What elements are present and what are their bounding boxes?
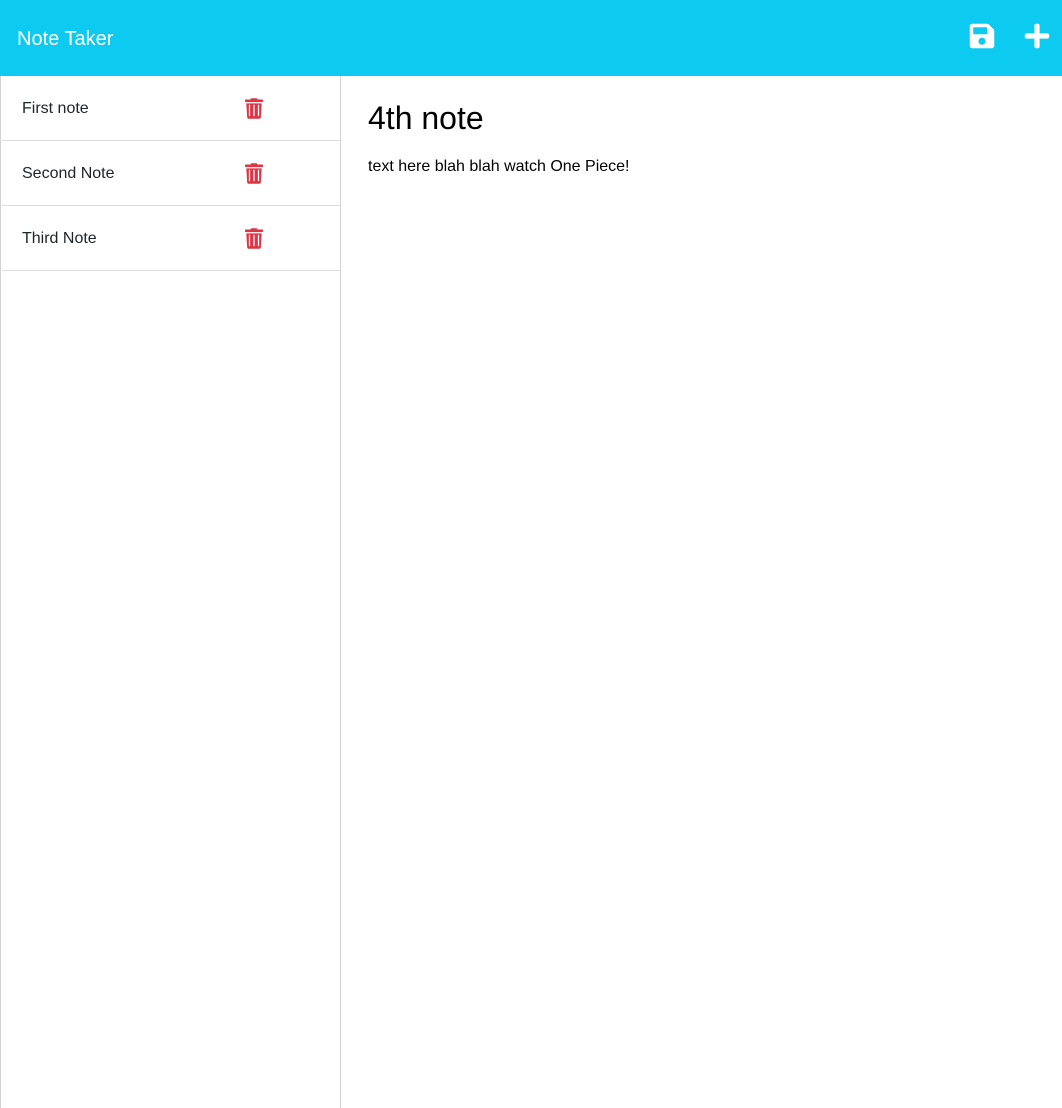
note-title-input[interactable]: [368, 96, 1028, 140]
note-item-title[interactable]: First note: [22, 99, 89, 119]
note-item-title[interactable]: Third Note: [22, 229, 97, 249]
notes-sidebar: First note Second Note Third Note: [0, 76, 341, 1108]
note-text-area[interactable]: text here blah blah watch One Piece!: [368, 156, 1028, 1056]
trash-icon[interactable]: [245, 228, 263, 249]
list-item[interactable]: Second Note: [2, 141, 340, 206]
navbar: Note Taker: [0, 0, 1062, 76]
floppy-disk-icon: [969, 23, 995, 49]
app-brand[interactable]: Note Taker: [17, 25, 113, 53]
note-editor: text here blah blah watch One Piece!: [341, 76, 1062, 1108]
plus-icon: [1024, 23, 1050, 49]
new-note-button[interactable]: [1023, 22, 1051, 50]
trash-icon[interactable]: [245, 98, 263, 119]
note-list: First note Second Note Third Note: [2, 76, 340, 271]
list-item[interactable]: First note: [2, 76, 340, 141]
list-item[interactable]: Third Note: [2, 206, 340, 271]
note-item-title[interactable]: Second Note: [22, 164, 115, 184]
trash-icon[interactable]: [245, 163, 263, 184]
save-note-button[interactable]: [968, 22, 996, 50]
